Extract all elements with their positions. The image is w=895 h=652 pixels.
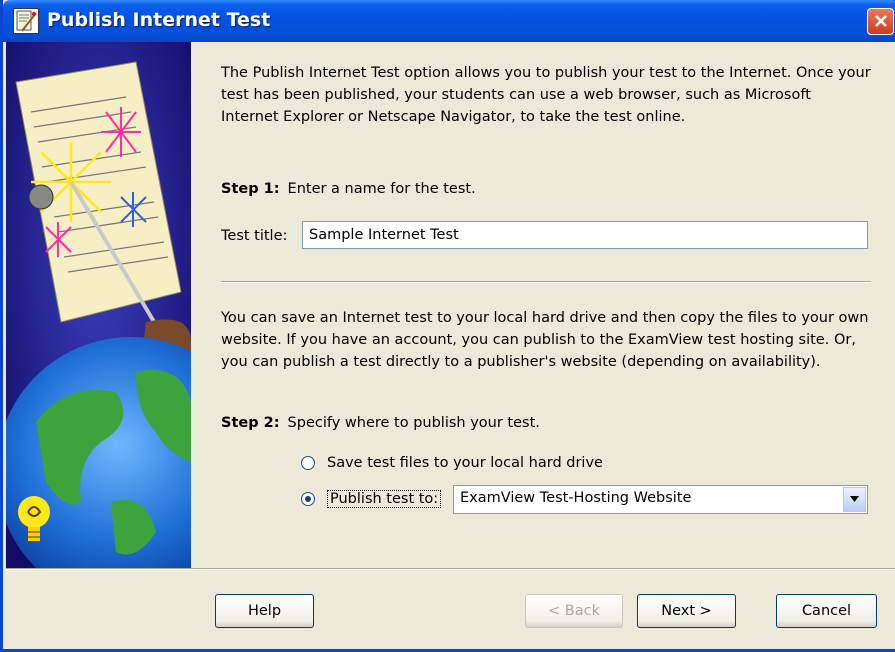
destination-select[interactable]: ExamView Test-Hosting Website [453, 485, 868, 514]
test-title-label: Test title: [221, 228, 288, 244]
step-1: Step 1: Enter a name for the test. [221, 181, 476, 197]
back-button-label: < Back [548, 603, 600, 619]
option-publish-label: Publish test to: [327, 490, 442, 508]
help-button[interactable]: Help [215, 594, 314, 628]
option-save-local-label: Save test files to your local hard drive [327, 455, 603, 471]
separator [221, 281, 871, 283]
radio-publish[interactable] [301, 492, 315, 506]
test-title-input[interactable] [302, 221, 868, 249]
step-1-text: Enter a name for the test. [287, 181, 476, 197]
destination-selected-value: ExamView Test-Hosting Website [460, 490, 692, 506]
help-button-label: Help [247, 603, 282, 619]
window-title: Publish Internet Test [47, 9, 271, 31]
option-publish[interactable]: Publish test to: [301, 487, 442, 511]
content-panel: The Publish Internet Test option allows … [191, 42, 895, 568]
cancel-button[interactable]: Cancel [776, 594, 877, 628]
step-2-label: Step 2: [221, 415, 280, 431]
close-icon[interactable] [867, 8, 894, 35]
intro-text: The Publish Internet Test option allows … [221, 65, 871, 125]
step-2-text: Specify where to publish your test. [287, 415, 540, 431]
chevron-down-icon[interactable] [843, 487, 866, 512]
back-button[interactable]: < Back [525, 594, 623, 628]
next-button-label: Next > [661, 603, 712, 619]
next-button[interactable]: Next > [637, 594, 736, 628]
radio-save-local[interactable] [301, 456, 315, 470]
step-1-label: Step 1: [221, 181, 280, 197]
button-bar: Help < Back Next > Cancel [6, 568, 895, 649]
publish-dialog: Publish Internet Test The Publish Intern… [0, 0, 895, 652]
globe-test-paper-illustration [6, 42, 191, 568]
title-bar[interactable]: Publish Internet Test [3, 0, 895, 42]
cancel-button-label: Cancel [801, 603, 852, 619]
exam-wizard-icon [13, 8, 39, 34]
save-info-text: You can save an Internet test to your lo… [221, 310, 869, 370]
option-save-local[interactable]: Save test files to your local hard drive [301, 451, 603, 475]
step-2: Step 2: Specify where to publish your tes… [221, 415, 540, 431]
